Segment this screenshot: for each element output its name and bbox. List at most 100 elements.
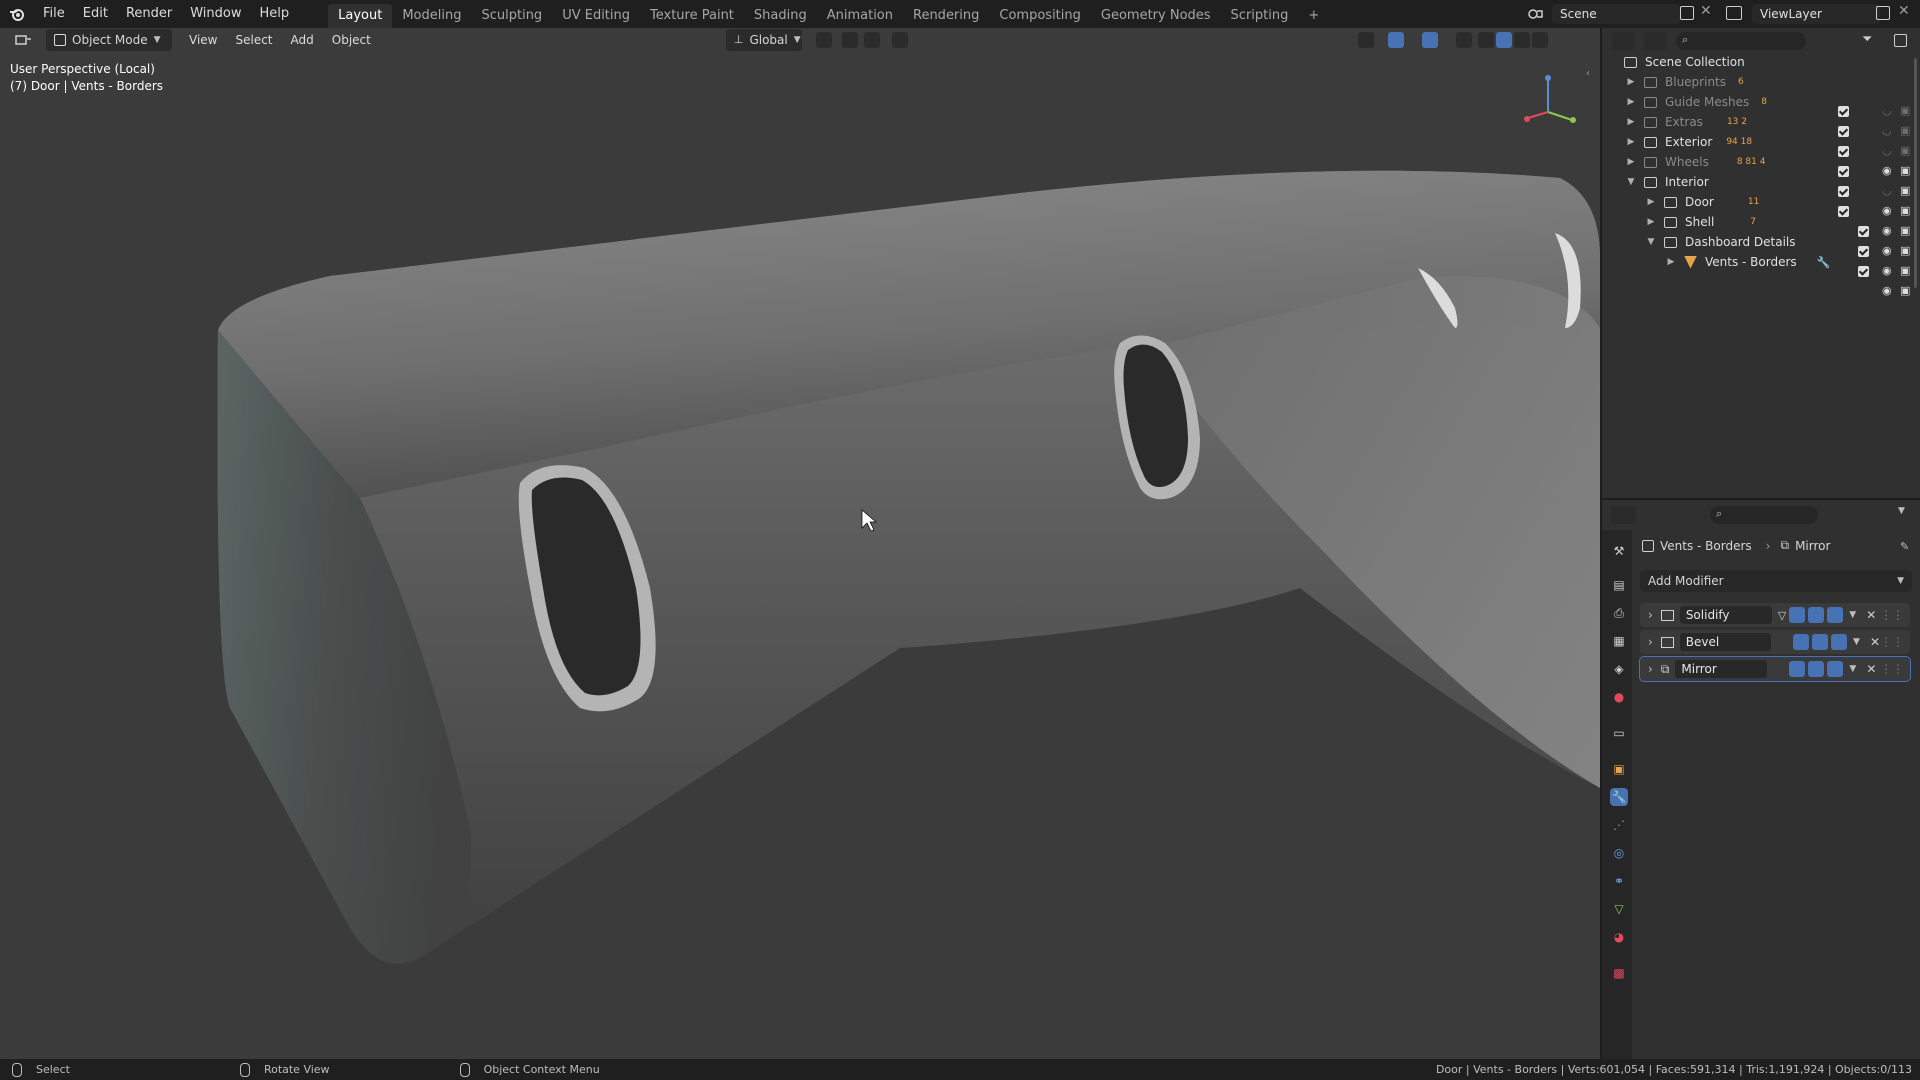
eye-icon[interactable]: ◉: [1882, 244, 1892, 257]
menu-view[interactable]: View: [180, 29, 226, 51]
remove-scene-icon[interactable]: ✕: [1700, 3, 1712, 19]
chevron-right-icon[interactable]: ›: [1648, 635, 1653, 649]
3d-viewport[interactable]: User Perspective (Local) (7) Door | Vent…: [0, 28, 1600, 1059]
eye-icon[interactable]: ◉: [1882, 164, 1892, 177]
collection-tab-icon[interactable]: ▭: [1610, 724, 1628, 742]
collapse-sidebar-icon[interactable]: ‹: [1586, 68, 1590, 79]
new-collection-icon[interactable]: [1894, 34, 1907, 47]
outliner-row-dashboard-details[interactable]: ▼ Dashboard Details: [1602, 232, 1920, 252]
modifier-name-field[interactable]: Mirror: [1675, 660, 1768, 678]
render-toggle-icon[interactable]: [1831, 634, 1848, 650]
modifiers-tab-icon[interactable]: 🔧: [1610, 788, 1628, 806]
modifier-row-bevel[interactable]: › Bevel ▼ ✕ ⋮⋮: [1640, 630, 1910, 654]
solid-shading-icon[interactable]: [1495, 32, 1512, 48]
mode-selector[interactable]: Object Mode ▼: [46, 29, 172, 51]
menu-render[interactable]: Render: [117, 0, 181, 28]
chevron-right-icon[interactable]: ›: [1648, 662, 1653, 676]
edit-mode-toggle-icon[interactable]: [1789, 661, 1806, 677]
remove-view-layer-icon[interactable]: ✕: [1898, 3, 1910, 19]
modifier-name-field[interactable]: Bevel: [1679, 633, 1772, 651]
scene-collection-row[interactable]: Scene Collection: [1602, 52, 1920, 72]
render-camera-icon[interactable]: ▣: [1900, 244, 1910, 257]
tab-uv-editing[interactable]: UV Editing: [552, 4, 640, 28]
new-view-layer-icon[interactable]: [1876, 6, 1890, 20]
expand-arrow-icon[interactable]: ▶: [1624, 137, 1638, 147]
hide-viewport-eye-icon[interactable]: ◡: [1882, 144, 1892, 157]
expand-arrow-icon[interactable]: ▶: [1624, 77, 1638, 87]
output-tab-icon[interactable]: ⎙: [1610, 604, 1628, 622]
menu-object[interactable]: Object: [323, 29, 380, 51]
view-layer-icon[interactable]: [1726, 6, 1742, 20]
chevron-down-icon[interactable]: ▼: [1849, 610, 1856, 620]
gizmo-icon[interactable]: [1387, 32, 1404, 48]
wireframe-shading-icon[interactable]: [1477, 32, 1494, 48]
exclude-checkbox[interactable]: [1858, 226, 1869, 237]
outliner-row-wheels[interactable]: ▶ Wheels 8 81 4: [1602, 152, 1920, 172]
exclude-checkbox[interactable]: [1838, 126, 1849, 137]
add-modifier-button[interactable]: Add Modifier ▼: [1640, 570, 1912, 592]
menu-add[interactable]: Add: [282, 29, 323, 51]
drag-handle-icon[interactable]: ⋮⋮: [1880, 635, 1904, 649]
blender-logo-icon[interactable]: [0, 0, 34, 28]
eye-icon[interactable]: ◉: [1882, 264, 1892, 277]
render-camera-icon[interactable]: ▣: [1900, 124, 1910, 137]
tab-texture-paint[interactable]: Texture Paint: [640, 4, 744, 28]
material-tab-icon[interactable]: ◕: [1610, 928, 1628, 946]
modifier-name-field[interactable]: Solidify: [1679, 606, 1772, 624]
view-layer-tab-icon[interactable]: ▦: [1610, 632, 1628, 650]
exclude-checkbox[interactable]: [1858, 266, 1869, 277]
exclude-checkbox[interactable]: [1838, 206, 1849, 217]
modifier-row-solidify[interactable]: › Solidify ▽ ▼ ✕ ⋮⋮: [1640, 603, 1910, 627]
viewport-toggle-icon[interactable]: [1812, 634, 1829, 650]
collapse-arrow-icon[interactable]: ▼: [1644, 237, 1658, 247]
viewport-toggle-icon[interactable]: [1808, 607, 1825, 623]
viewport-toggle-icon[interactable]: [1808, 661, 1825, 677]
properties-editor-icon[interactable]: [1610, 506, 1636, 524]
modifier-row-mirror[interactable]: › ⧉ Mirror ▼ ✕ ⋮⋮: [1639, 656, 1911, 682]
tab-geometry-nodes[interactable]: Geometry Nodes: [1091, 4, 1221, 28]
render-camera-icon[interactable]: ▣: [1900, 104, 1910, 117]
menu-select[interactable]: Select: [226, 29, 281, 51]
xray-icon[interactable]: [1455, 32, 1472, 48]
exclude-checkbox[interactable]: [1838, 166, 1849, 177]
render-camera-icon[interactable]: ▣: [1900, 164, 1910, 177]
on-cage-icon[interactable]: ▽: [1778, 609, 1786, 622]
physics-tab-icon[interactable]: ◎: [1610, 844, 1628, 862]
exclude-checkbox[interactable]: [1838, 146, 1849, 157]
filter-icon[interactable]: ⏷: [1862, 32, 1872, 47]
exclude-checkbox[interactable]: [1838, 186, 1849, 197]
render-tab-icon[interactable]: ▤: [1610, 576, 1628, 594]
tab-animation[interactable]: Animation: [817, 4, 903, 28]
constraints-tab-icon[interactable]: ⚭: [1610, 872, 1628, 890]
texture-tab-icon[interactable]: ▩: [1610, 964, 1628, 982]
expand-arrow-icon[interactable]: ▶: [1624, 117, 1638, 127]
world-tab-icon[interactable]: ●: [1610, 688, 1628, 706]
menu-file[interactable]: File: [34, 0, 74, 28]
scene-tab-icon[interactable]: ◈: [1610, 660, 1628, 678]
rendered-shading-icon[interactable]: [1531, 32, 1548, 48]
expand-arrow-icon[interactable]: ▶: [1644, 217, 1658, 227]
editor-type-icon[interactable]: [10, 29, 38, 51]
collapse-arrow-icon[interactable]: ▼: [1624, 177, 1638, 187]
menu-help[interactable]: Help: [251, 0, 299, 28]
close-icon[interactable]: ✕: [1870, 635, 1880, 649]
proportional-edit-icon[interactable]: [891, 32, 908, 48]
eye-icon[interactable]: ◉: [1882, 284, 1892, 297]
exclude-checkbox[interactable]: [1858, 246, 1869, 257]
hide-viewport-eye-icon[interactable]: ◡: [1882, 104, 1892, 117]
render-toggle-icon[interactable]: [1827, 661, 1844, 677]
tab-rendering[interactable]: Rendering: [903, 4, 989, 28]
exclude-checkbox[interactable]: [1838, 106, 1849, 117]
data-tab-icon[interactable]: ▽: [1610, 900, 1628, 918]
edit-mode-toggle-icon[interactable]: [1789, 607, 1806, 623]
properties-search-field[interactable]: ⌕: [1710, 506, 1818, 524]
view-layer-field[interactable]: ViewLayer: [1752, 4, 1880, 24]
drag-handle-icon[interactable]: ⋮⋮: [1880, 608, 1904, 622]
hide-viewport-eye-icon[interactable]: ◡: [1882, 184, 1892, 197]
expand-arrow-icon[interactable]: ▶: [1624, 97, 1638, 107]
chevron-down-icon[interactable]: ▼: [1853, 637, 1860, 647]
outliner-display-mode-icon[interactable]: [1644, 32, 1666, 50]
menu-edit[interactable]: Edit: [74, 0, 117, 28]
edit-mode-toggle-icon[interactable]: [1793, 634, 1810, 650]
outliner-row-exterior[interactable]: ▶ Exterior 94 18: [1602, 132, 1920, 152]
